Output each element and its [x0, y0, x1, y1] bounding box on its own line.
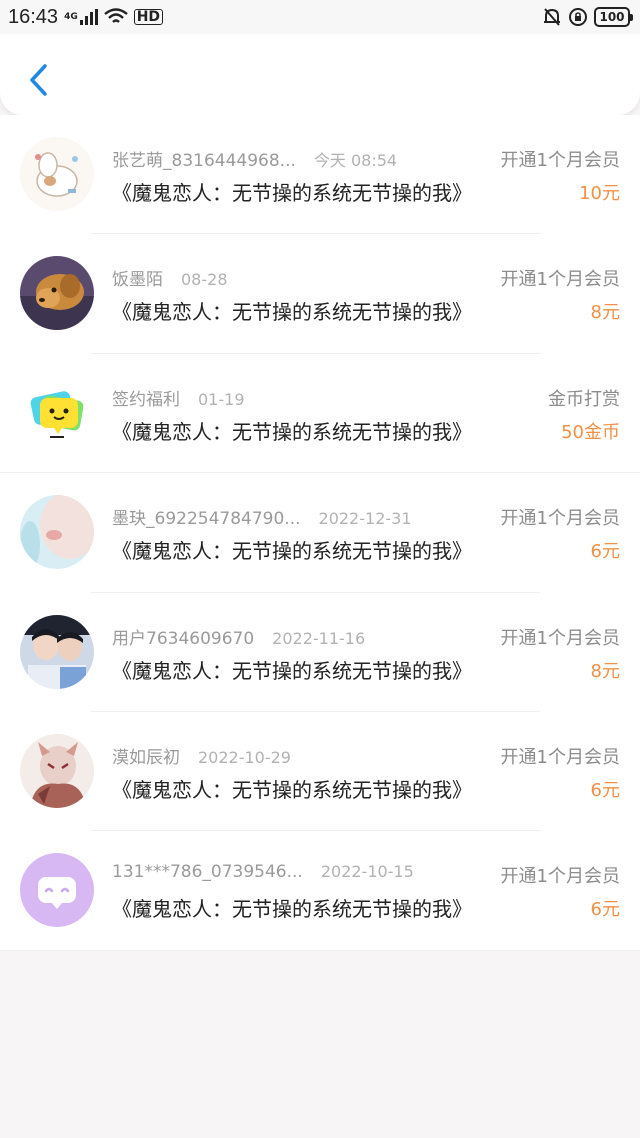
book-title: 《魔鬼恋人：无节操的系统无节操的我》: [112, 658, 472, 683]
book-title: 《魔鬼恋人：无节操的系统无节操的我》: [112, 181, 472, 205]
user-name: 签约福利: [112, 389, 180, 410]
book-title: 《魔鬼恋人：无节操的系统无节操的我》: [112, 777, 472, 802]
list-item[interactable]: 漠如辰初 2022-10-29 《魔鬼恋人：无节操的系统无节操的我》 开通1个月会…: [0, 712, 640, 832]
list-item[interactable]: 用户7634609670 2022-11-16 《魔鬼恋人：无节操的系统无节操的我…: [0, 593, 640, 712]
chat-bubble-avatar: [20, 375, 94, 450]
chevron-left-icon: [30, 64, 47, 96]
network-type: 4G: [64, 11, 78, 22]
amount-value: 6元: [590, 541, 620, 563]
record-date: 08-28: [181, 270, 228, 290]
purple-chat-avatar: [20, 853, 94, 928]
record-date: 2022-10-29: [198, 747, 291, 767]
back-button[interactable]: [18, 58, 58, 102]
book-title: 《魔鬼恋人：无节操的系统无节操的我》: [112, 897, 472, 922]
wifi-icon: [103, 8, 128, 23]
amount-value: 6元: [590, 779, 620, 801]
book-title: 《魔鬼恋人：无节操的系统无节操的我》: [112, 419, 472, 444]
record-date: 今天 08:54: [313, 151, 398, 170]
user-name: 张艺萌_8316444968...: [112, 151, 296, 171]
list-item[interactable]: 墨玦_692254784790... 2022-12-31 《魔鬼恋人：无节操的系…: [0, 473, 640, 593]
user-name: 漠如辰初: [112, 747, 180, 768]
golden-dog-avatar: [20, 256, 94, 331]
list-item[interactable]: 签约福利 01-19 《魔鬼恋人：无节操的系统无节操的我》 金币打赏 50金币: [0, 354, 640, 474]
face-closeup-avatar: [20, 495, 94, 570]
amount-value: 50金币: [561, 421, 620, 443]
amount-value: 10元: [579, 183, 620, 204]
divider: [0, 949, 640, 951]
action-label: 金币打赏: [548, 388, 620, 410]
battery-indicator: 100: [594, 7, 633, 27]
record-date: 2022-12-31: [318, 509, 412, 529]
book-title: 《魔鬼恋人：无节操的系统无节操的我》: [112, 300, 472, 325]
action-label: 开通1个月会员: [500, 269, 620, 291]
amount-value: 6元: [590, 899, 620, 921]
record-date: 2022-11-16: [272, 628, 366, 648]
list-item[interactable]: 张艺萌_8316444968... 今天 08:54 《魔鬼恋人：无节操的系统无节…: [0, 115, 640, 235]
list-item[interactable]: 饭墨陌 08-28 《魔鬼恋人：无节操的系统无节操的我》 开通1个月会员 8元: [0, 234, 640, 354]
status-time: 16:43: [8, 5, 59, 28]
action-label: 开通1个月会员: [500, 508, 620, 530]
masked-figure-avatar: [20, 733, 94, 808]
signal-icon: [79, 9, 98, 25]
cartoon-dog-avatar: [20, 137, 94, 211]
book-title: 《魔鬼恋人：无节操的系统无节操的我》: [112, 539, 472, 564]
action-label: 开通1个月会员: [500, 627, 620, 649]
two-people-avatar: [20, 614, 94, 689]
record-date: 2022-10-15: [320, 862, 414, 882]
user-name: 131***786_0739546...: [112, 862, 303, 883]
list-item[interactable]: 131***786_0739546... 2022-10-15 《魔鬼恋人：无节操…: [0, 831, 640, 951]
action-label: 开通1个月会员: [500, 150, 620, 171]
user-name: 饭墨陌: [112, 270, 163, 291]
amount-value: 8元: [590, 302, 620, 324]
status-bar: 16:43 4G HD 100: [0, 0, 640, 34]
hd-badge: HD: [133, 9, 164, 25]
action-label: 开通1个月会员: [500, 866, 620, 888]
amount-value: 8元: [590, 660, 620, 682]
bell-off-icon: [544, 8, 560, 26]
income-record-list: 张艺萌_8316444968... 今天 08:54 《魔鬼恋人：无节操的系统无节…: [0, 115, 640, 951]
lock-rotation-icon: [569, 8, 587, 26]
user-name: 墨玦_692254784790...: [112, 509, 301, 530]
user-name: 用户7634609670: [112, 628, 255, 649]
record-date: 01-19: [198, 389, 245, 409]
action-label: 开通1个月会员: [500, 746, 620, 768]
